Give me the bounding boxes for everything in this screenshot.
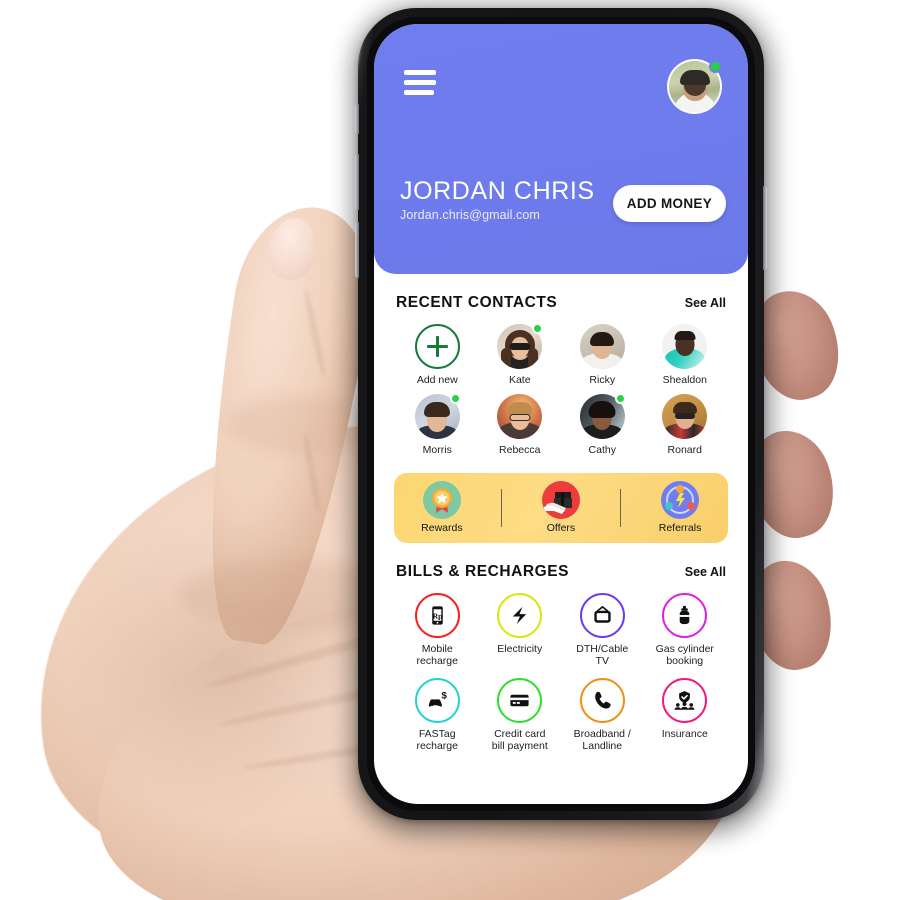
contact-label: Add new <box>416 374 458 386</box>
bill-label: Broadband / Landline <box>573 727 631 752</box>
medal-ribbon-icon <box>422 481 461 520</box>
silent-switch[interactable] <box>355 104 359 134</box>
contact-avatar <box>497 394 543 440</box>
television-icon <box>579 592 625 638</box>
contact-item-ronard[interactable]: Ronard <box>644 394 727 456</box>
see-all-bills-link[interactable]: See All <box>685 565 726 579</box>
promo-item-referrals[interactable]: Referrals <box>643 481 717 534</box>
recent-contacts-section: RECENT CONTACTS See All Add new Kate Ric… <box>374 294 748 457</box>
contact-label: Morris <box>422 444 452 457</box>
bill-label: Credit card bill payment <box>491 727 548 752</box>
power-button[interactable] <box>763 186 767 270</box>
family-shield-icon <box>662 677 708 723</box>
bills-title: BILLS & RECHARGES <box>396 562 569 580</box>
contact-item-shealdon[interactable]: Shealdon <box>644 324 727 386</box>
bill-item-mobile-recharge[interactable]: Rp Mobile recharge <box>396 592 479 668</box>
contact-avatar <box>662 394 708 440</box>
bill-label: Gas cylinder booking <box>655 642 714 668</box>
contact-avatar <box>579 324 625 369</box>
lightning-bolt-icon <box>497 592 543 638</box>
contact-item-rebecca[interactable]: Rebecca <box>479 394 562 456</box>
palm-shading <box>60 520 400 820</box>
avatar[interactable] <box>667 59 722 114</box>
volume-up-button[interactable] <box>355 154 359 210</box>
thumbnail <box>262 213 322 285</box>
contact-label: Shealdon <box>662 374 707 386</box>
bill-item-broadband-landline[interactable]: Broadband / Landline <box>561 677 644 753</box>
page-title: JORDAN CHRIS <box>400 176 595 205</box>
bill-item-insurance[interactable]: Insurance <box>644 677 727 753</box>
contact-item-ricky[interactable]: Ricky <box>561 324 644 386</box>
divider <box>500 488 503 527</box>
promo-label: Offers <box>546 522 576 535</box>
plus-icon <box>414 324 460 369</box>
knuckle-crease <box>225 395 375 455</box>
promo-banner: Rewards Offers Referrals <box>394 472 728 543</box>
add-new-contact-button[interactable]: Add new <box>396 324 479 386</box>
bill-item-fastag-recharge[interactable]: $ FASTag recharge <box>396 677 479 753</box>
recent-contacts-title: RECENT CONTACTS <box>396 294 558 311</box>
referral-bolt-icon <box>661 481 700 520</box>
bill-label: Insurance <box>661 727 708 740</box>
app-screen: JORDAN CHRIS Jordan.chris@gmail.com ADD … <box>374 24 748 804</box>
telephone-handset-icon <box>579 677 625 723</box>
bill-label: FASTag recharge <box>416 727 458 752</box>
car-dollar-icon: $ <box>414 677 460 723</box>
bill-label: Mobile recharge <box>416 642 458 668</box>
bill-item-gas-cylinder-booking[interactable]: Gas cylinder booking <box>644 592 727 668</box>
bills-grid: Rp Mobile recharge Electricity DTH/Cable… <box>396 592 727 753</box>
bills-header: BILLS & RECHARGES See All <box>396 563 726 581</box>
profile-email: Jordan.chris@gmail.com <box>400 208 540 222</box>
bill-item-dth-cable-tv[interactable]: DTH/Cable TV <box>561 592 644 668</box>
promo-label: Rewards <box>421 522 463 535</box>
contact-label: Ronard <box>667 444 702 457</box>
add-money-button[interactable]: ADD MONEY <box>612 185 726 222</box>
hamburger-menu-icon[interactable] <box>404 70 436 95</box>
contact-label: Ricky <box>589 374 616 386</box>
svg-text:$: $ <box>441 690 447 701</box>
gas-cylinder-icon <box>662 592 708 638</box>
contacts-grid: Add new Kate Ricky Shealdon Morris Rebec… <box>396 323 727 457</box>
bill-label: DTH/Cable TV <box>576 642 629 668</box>
contact-avatar <box>497 323 544 369</box>
contact-label: Cathy <box>588 444 616 457</box>
recent-contacts-header: RECENT CONTACTS See All <box>396 294 726 312</box>
bill-item-credit-card-bill-payment[interactable]: Credit card bill payment <box>479 677 562 753</box>
bills-recharges-section: BILLS & RECHARGES See All Rp Mobile rech… <box>374 563 748 767</box>
app-header: JORDAN CHRIS Jordan.chris@gmail.com ADD … <box>374 24 748 274</box>
bill-item-electricity[interactable]: Electricity <box>479 592 562 668</box>
online-status-dot <box>709 60 722 73</box>
finger-crease <box>301 433 323 514</box>
volume-down-button[interactable] <box>355 222 359 278</box>
bill-label: Electricity <box>497 642 543 655</box>
contact-item-morris[interactable]: Morris <box>396 393 479 457</box>
contact-item-cathy[interactable]: Cathy <box>561 393 644 457</box>
see-all-contacts-link[interactable]: See All <box>685 296 726 310</box>
gift-hand-icon <box>541 481 580 520</box>
divider <box>619 488 622 527</box>
finger-crease <box>302 288 328 379</box>
contact-avatar <box>662 324 708 369</box>
promo-item-rewards[interactable]: Rewards <box>405 481 479 534</box>
smartphone-device: JORDAN CHRIS Jordan.chris@gmail.com ADD … <box>354 4 772 830</box>
contact-label: Rebecca <box>499 444 541 457</box>
mobile-recharge-icon: Rp <box>414 592 460 638</box>
profile-row: JORDAN CHRIS Jordan.chris@gmail.com ADD … <box>400 176 726 222</box>
contact-label: Kate <box>508 374 531 386</box>
svg-text:Rp: Rp <box>432 611 442 620</box>
promo-item-offers[interactable]: Offers <box>524 481 598 534</box>
contact-avatar <box>414 393 461 440</box>
credit-card-icon <box>497 677 543 723</box>
contact-item-kate[interactable]: Kate <box>479 323 562 386</box>
contact-avatar <box>579 393 626 440</box>
promo-label: Referrals <box>658 522 702 535</box>
